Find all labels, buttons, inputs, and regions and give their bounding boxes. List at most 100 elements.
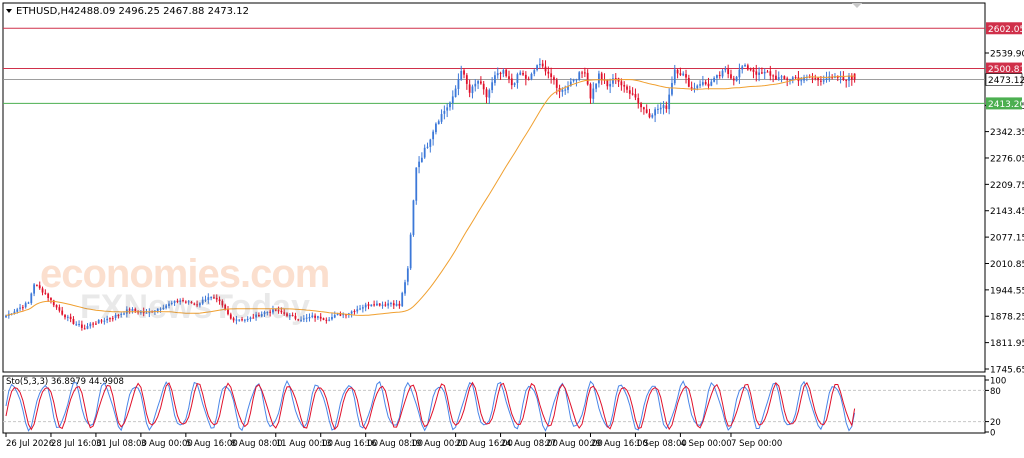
candle-body [123,313,125,315]
candle-body [370,304,373,307]
candle-body [783,76,786,80]
candle-body [718,74,721,77]
candle-body [109,318,111,320]
candle-body [760,72,763,74]
price-axis-label: 2143.45 [990,207,1024,217]
candle-body [294,315,297,319]
candle-body [780,76,783,78]
candle-body [165,305,168,308]
candle-body [145,312,148,314]
candle-body [213,297,215,299]
candle-body [432,131,435,140]
stochastic-axis-label: 20 [990,418,1001,428]
candle-body [845,79,848,81]
candle-body [331,317,333,320]
candle-body [128,309,131,311]
candle-body [634,94,637,98]
candle-body [384,304,387,306]
candle-body [704,82,707,85]
candle-body [488,90,491,98]
candle-body [589,84,592,99]
candle-body [423,147,426,158]
candle-body [30,293,33,304]
candle-body [47,293,50,298]
candle-body [89,323,92,327]
candle-body [221,301,224,306]
candle-body [451,96,454,104]
candle-body [586,72,589,85]
candle-body [766,71,769,73]
candle-body [117,314,120,316]
chart-symbol-label: ETHUSD,H4 [16,6,74,17]
price-axis-label: 1878.25 [990,313,1024,323]
candle-body [350,311,353,314]
candle-body [420,157,423,162]
candle-body [651,115,654,118]
candle-body [741,66,744,70]
candle-body [409,234,412,269]
candle-body [69,316,72,319]
candle-body [255,314,257,318]
candle-body [75,324,78,326]
candle-body [659,107,662,110]
candle-body [550,73,553,78]
candle-body [241,319,243,321]
candle-body [92,323,95,325]
candle-body [443,110,446,114]
candle-body [642,107,645,110]
candle-body [620,81,623,86]
candle-body [578,72,581,80]
candle-body [328,319,331,321]
candle-body [662,105,665,109]
chart-svg[interactable]: ETHUSD,H4 2488.09 2496.25 2467.88 2473.12… [0,0,1024,454]
candle-body [176,300,179,302]
stochastic-title: Sto(5,3,3) 36.8979 44.9908 [6,377,124,387]
candle-body [533,70,536,74]
candle-body [600,73,603,80]
candle-body [541,63,544,67]
candle-body [359,308,361,310]
candle-body [283,312,286,314]
candle-body [721,70,724,77]
candle-body [162,307,165,310]
candle-body [682,73,685,76]
candle-body [457,79,460,89]
candle-body [333,315,336,318]
candle-body [131,309,134,311]
candle-body [238,319,241,321]
candle-body [390,303,392,305]
candle-body [243,319,246,321]
candle-body [317,316,319,318]
candle-body [95,323,97,325]
candle-body [58,307,61,311]
candle-body [673,69,676,84]
candle-body [842,76,845,80]
candle-body [429,139,432,147]
candle-body [786,78,789,80]
candle-body [772,75,775,77]
candle-body [173,300,176,303]
candle-body [499,72,502,74]
candle-body [727,69,730,75]
candle-body [106,318,109,321]
candle-body [207,297,210,301]
candle-body [322,318,325,320]
chart-root[interactable]: ETHUSD,H4 2488.09 2496.25 2467.88 2473.12… [0,0,1024,454]
candle-body [100,320,103,322]
candle-body [274,309,277,311]
candle-body [437,121,440,125]
candle-body [319,316,322,319]
price-axis-label: 2010.85 [990,260,1024,270]
candle-body [440,114,443,122]
price-axis-label: 1745.65 [990,366,1024,376]
price-axis-label: 1944.55 [990,286,1024,296]
candle-body [198,303,201,306]
candle-body [465,75,468,84]
price-axis-label: 2539.90 [990,50,1024,60]
candle-body [120,313,123,315]
candle-body [80,324,83,328]
candle-body [260,314,263,317]
candle-body [477,81,479,84]
price-axis-label: 1811.95 [990,339,1024,349]
candle-body [229,314,232,319]
